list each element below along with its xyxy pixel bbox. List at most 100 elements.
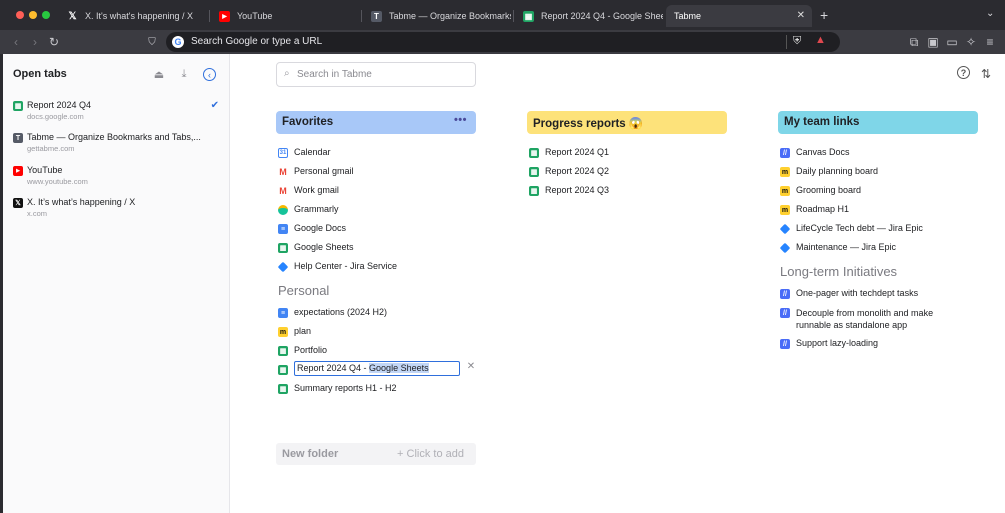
google-sheets-icon: ▦ <box>523 10 534 22</box>
wallet-icon[interactable]: ▭ <box>944 34 960 50</box>
new-folder-button[interactable]: New folder + Click to add <box>276 443 476 465</box>
google-sheets-icon: ▦ <box>13 101 23 111</box>
bookmark-link[interactable]: Maintenance — Jira Epic <box>779 241 978 257</box>
open-tab-item[interactable]: ▶ YouTube www.youtube.com <box>13 165 223 191</box>
bookmark-link[interactable]: ▦ Report 2024 Q3 <box>529 184 727 200</box>
collapse-sidebar-icon[interactable]: ‹ <box>203 68 216 81</box>
bookmark-link[interactable]: 31 Calendar <box>278 146 476 162</box>
x-icon: 𝕏 <box>68 10 77 22</box>
rename-input[interactable]: Report 2024 Q4 - Google Sheets <box>294 361 460 376</box>
bookmark-link[interactable]: m Daily planning board <box>780 165 978 181</box>
bookmark-link[interactable]: //Canvas Docs <box>780 146 978 162</box>
bookmark-link[interactable]: Help Center - Jira Service <box>277 260 476 276</box>
check-icon: ✔ <box>210 100 219 111</box>
bookmark-link[interactable]: ▦ Summary reports H1 - H2 <box>278 382 476 398</box>
minimize-window-icon[interactable] <box>29 11 37 19</box>
tab-tabme-active[interactable]: Tabme ✕ <box>666 5 812 27</box>
canvas-icon: // <box>780 308 790 318</box>
close-window-icon[interactable] <box>16 11 24 19</box>
tabme-icon: T <box>13 133 23 143</box>
grammarly-icon <box>278 205 288 215</box>
youtube-icon: ▶ <box>219 10 230 22</box>
back-icon[interactable]: ‹ <box>8 34 24 50</box>
leo-ai-icon[interactable]: ✧ <box>963 34 979 50</box>
bookmark-link-editing[interactable]: ▦ Report 2024 Q4 - Google Sheets ✕ <box>278 361 477 379</box>
google-sheets-icon: ▦ <box>529 186 539 196</box>
help-icon[interactable]: ? <box>957 66 970 79</box>
tab-report-sheets[interactable]: ▦ Report 2024 Q4 - Google Sheets <box>515 5 663 27</box>
miro-icon: m <box>780 186 790 196</box>
bookmarks-area: ⌕ Search in Tabme ? ⇅ Favorites ••• 31 Ca… <box>231 54 1005 513</box>
open-tab-item[interactable]: ▦ Report 2024 Q4 docs.google.com ✔ <box>13 100 223 126</box>
brave-rewards-icon[interactable]: ▲ <box>815 34 826 46</box>
bookmark-link[interactable]: ≡ Google Docs <box>278 222 476 238</box>
new-tab-icon[interactable]: + <box>820 7 828 23</box>
tab-list-chevron-icon[interactable]: ⌄ <box>986 8 994 19</box>
google-sheets-icon: ▦ <box>278 384 288 394</box>
menu-icon[interactable]: ≡ <box>982 34 998 50</box>
jira-icon <box>779 223 791 235</box>
bookmark-link[interactable]: m plan <box>278 325 476 341</box>
tab-youtube[interactable]: ▶ YouTube <box>211 5 359 27</box>
open-tabs-sidebar: Open tabs ⏏ ⤓ ‹ ▦ Report 2024 Q4 docs.go… <box>3 54 230 513</box>
sidebar-title: Open tabs <box>13 68 67 80</box>
brave-shield-icon[interactable]: ⛨ <box>793 35 801 48</box>
bookmark-link[interactable]: Grammarly <box>278 203 476 219</box>
folder-favorites: Favorites ••• 31 Calendar M Personal gmail… <box>276 111 476 441</box>
section-title-long-term[interactable]: Long-term Initiatives <box>780 264 897 279</box>
gmail-icon: M <box>278 167 288 177</box>
address-bar[interactable]: G Search Google or type a URL ⛨ ▲ <box>166 32 840 52</box>
folder-progress-reports: Progress reports 😱 ▦ Report 2024 Q1 ▦ Repo… <box>527 111 727 231</box>
canvas-icon: // <box>780 339 790 349</box>
search-input[interactable]: ⌕ Search in Tabme <box>276 62 476 87</box>
reload-icon[interactable]: ↻ <box>46 34 62 50</box>
bookmark-link[interactable]: ▦ Portfolio <box>278 344 476 360</box>
tab-x[interactable]: 𝕏 X. It's what's happening / X <box>59 5 207 27</box>
bookmark-link[interactable]: ▦ Report 2024 Q2 <box>529 165 727 181</box>
folder-header[interactable]: Progress reports 😱 <box>527 111 727 134</box>
forward-icon[interactable]: › <box>27 34 43 50</box>
folder-my-team-links: My team links //Canvas Docs m Daily plann… <box>778 111 978 371</box>
bookmark-link[interactable]: //Decouple from monolith and make runnab… <box>780 306 978 334</box>
miro-icon: m <box>278 327 288 337</box>
extensions-icon[interactable]: ⧉ <box>906 34 922 50</box>
google-icon: G <box>172 36 184 48</box>
google-sheets-icon: ▦ <box>278 346 288 356</box>
clear-icon[interactable]: ✕ <box>465 361 477 376</box>
open-tab-item[interactable]: T Tabme — Organize Bookmarks and Tabs,..… <box>13 132 223 158</box>
miro-icon: m <box>780 167 790 177</box>
sidebar-toggle-icon[interactable]: ▣ <box>925 34 941 50</box>
stack-tabs-icon[interactable]: ⏏ <box>152 67 166 81</box>
bookmark-icon[interactable]: ⛉ <box>144 34 160 50</box>
bookmark-link[interactable]: m Roadmap H1 <box>780 203 978 219</box>
save-tabs-icon[interactable]: ⤓ <box>177 67 191 81</box>
bookmark-link[interactable]: ▦ Google Sheets <box>278 241 476 257</box>
open-tab-item[interactable]: 𝕏 X. It’s what’s happening / X x.com <box>13 197 223 223</box>
bookmark-link[interactable]: //One-pager with techdept tasks <box>780 287 978 303</box>
tabme-app: Open tabs ⏏ ⤓ ‹ ▦ Report 2024 Q4 docs.go… <box>3 54 1005 513</box>
maximize-window-icon[interactable] <box>42 11 50 19</box>
bookmark-link[interactable]: M Work gmail <box>278 184 476 200</box>
jira-icon <box>277 261 289 273</box>
canvas-icon: // <box>780 289 790 299</box>
miro-icon: m <box>780 205 790 215</box>
google-docs-icon: ≡ <box>278 224 288 234</box>
folder-header[interactable]: Favorites ••• <box>276 111 476 134</box>
bookmark-link[interactable]: m Grooming board <box>780 184 978 200</box>
bookmark-link[interactable]: ▦ Report 2024 Q1 <box>529 146 727 162</box>
more-options-icon[interactable]: ••• <box>454 114 467 126</box>
folder-header[interactable]: My team links <box>778 111 978 134</box>
tab-tabme-site[interactable]: T Tabme — Organize Bookmarks an <box>363 5 511 27</box>
close-tab-icon[interactable]: ✕ <box>797 10 805 21</box>
google-sheets-icon: ▦ <box>529 148 539 158</box>
sort-icon[interactable]: ⇅ <box>978 66 994 82</box>
bookmark-link[interactable]: //Support lazy-loading <box>780 337 978 353</box>
bookmark-link[interactable]: M Personal gmail <box>278 165 476 181</box>
section-title-personal[interactable]: Personal <box>278 283 329 298</box>
canvas-icon: // <box>780 148 790 158</box>
tabme-icon: T <box>371 10 382 22</box>
bookmark-link[interactable]: LifeCycle Tech debt — Jira Epic <box>779 222 978 238</box>
tab-bar: 𝕏 X. It's what's happening / X ▶ YouTube… <box>0 0 1005 30</box>
toolbar: ‹ › ↻ ⛉ G Search Google or type a URL ⛨ … <box>0 30 1005 54</box>
bookmark-link[interactable]: ≡ expectations (2024 H2) <box>278 306 476 322</box>
